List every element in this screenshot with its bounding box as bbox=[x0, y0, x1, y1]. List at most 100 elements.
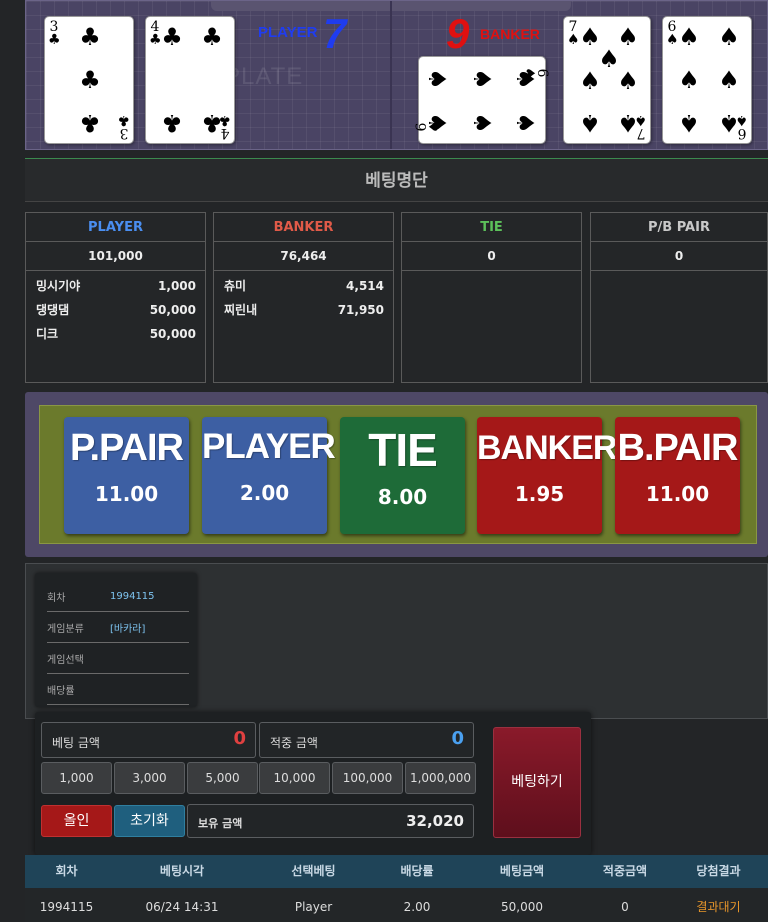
balance-value: 32,020 bbox=[406, 812, 464, 830]
banker-card-1: 6 ♠ ♠ ♠ ♠ ♠ ♠ ♠ 6 ♠ bbox=[414, 56, 550, 144]
betlist-column-player: PLAYER 101,000 밍시기야 1,000 댕댕댐 50,000 디크 50,… bbox=[25, 212, 206, 383]
card-corner: 4 ♣ bbox=[218, 112, 231, 141]
history-col-win: 적중금액 bbox=[602, 864, 648, 878]
spade-icon: ♠ bbox=[468, 68, 496, 90]
spade-icon: ♠ bbox=[718, 66, 740, 94]
betlist-total: 76,464 bbox=[214, 242, 393, 271]
spade-icon: ♠ bbox=[617, 67, 639, 95]
bet-button-b-pair[interactable]: B.PAIR 11.00 bbox=[615, 417, 740, 534]
balance-field: 보유 금액 32,020 bbox=[187, 804, 474, 838]
chip-3000[interactable]: 3,000 bbox=[114, 762, 185, 794]
bet-button-p-pair[interactable]: P.PAIR 11.00 bbox=[64, 417, 189, 534]
player-card-2: 4 ♣ ♣ ♣ ♣ ♣ 4 ♣ bbox=[145, 16, 235, 144]
spade-icon: ♠ bbox=[423, 68, 451, 90]
betlist-column-banker: BANKER 76,464 츄미 4,514 찌린내 71,950 bbox=[213, 212, 394, 383]
win-amount-label: 적중 금액 bbox=[270, 736, 318, 750]
history-col-odds: 배당률 bbox=[400, 864, 434, 878]
spade-icon: ♠ bbox=[718, 23, 740, 51]
history-col-time: 베팅시각 bbox=[159, 864, 205, 878]
club-icon: ♣ bbox=[79, 23, 101, 51]
win-amount-field: 적중 금액 0 bbox=[259, 722, 474, 758]
bet-button-tie[interactable]: TIE 8.00 bbox=[340, 417, 465, 534]
chip-100000[interactable]: 100,000 bbox=[332, 762, 403, 794]
chip-10000[interactable]: 10,000 bbox=[259, 762, 330, 794]
bet-button-odds: 11.00 bbox=[94, 482, 159, 506]
card-corner: 7 ♠ bbox=[634, 112, 647, 141]
chip-5000[interactable]: 5,000 bbox=[187, 762, 258, 794]
table-grid bbox=[26, 1, 767, 149]
player-score: 7 bbox=[323, 10, 347, 57]
balance-label: 보유 금액 bbox=[198, 817, 243, 830]
chip-1000[interactable]: 1,000 bbox=[41, 762, 112, 794]
history-cell-choice: Player bbox=[294, 900, 333, 914]
spade-icon: ♠ bbox=[678, 23, 700, 51]
club-icon: ♣ bbox=[79, 66, 101, 94]
betlist-title: 베팅명단 bbox=[25, 158, 768, 202]
bet-amount-field[interactable]: 베팅 금액 0 bbox=[41, 722, 256, 758]
spade-icon: ♠ bbox=[511, 112, 539, 134]
card-table: PLATE 3 ♣ ♣ ♣ ♣ 3 ♣ 4 ♣ ♣ ♣ ♣ ♣ 4 ♣ PLAYER 7… bbox=[25, 0, 768, 150]
bet-button-label: B.PAIR bbox=[617, 427, 739, 469]
bet-amount-label: 베팅 금액 bbox=[52, 736, 100, 750]
betlist-entry: 디크 50,000 bbox=[36, 327, 196, 341]
club-icon: ♣ bbox=[201, 23, 223, 51]
spade-icon: ♠ bbox=[468, 112, 496, 134]
betlist-entry: 밍시기야 1,000 bbox=[36, 279, 196, 293]
banker-score: 9 bbox=[446, 10, 470, 57]
bet-button-label: P.PAIR bbox=[70, 427, 184, 469]
history-cell-result: 결과대기 bbox=[696, 900, 741, 914]
bet-button-label: BANKER bbox=[477, 429, 617, 467]
history-cell-amount: 50,000 bbox=[501, 900, 543, 914]
table-row: 1994115 06/24 14:31 Player 2.00 50,000 0… bbox=[25, 888, 768, 922]
betlist-header: PLAYER bbox=[26, 213, 205, 242]
history-cell-round: 1994115 bbox=[39, 900, 94, 914]
betlist-total: 101,000 bbox=[26, 242, 205, 271]
card-corner: 3 ♣ bbox=[117, 112, 130, 141]
table-watermark: PLATE bbox=[224, 63, 304, 90]
reset-button[interactable]: 초기화 bbox=[114, 805, 185, 837]
betlist-header: P/B PAIR bbox=[591, 213, 767, 242]
betlist-column-pair: P/B PAIR 0 bbox=[590, 212, 768, 383]
spade-icon: ♠ bbox=[511, 68, 539, 90]
betlist-total: 0 bbox=[402, 242, 581, 271]
bet-board: P.PAIR 11.00 PLAYER 2.00 TIE 8.00 BANKER… bbox=[39, 405, 757, 544]
betlist-entry: 댕댕댐 50,000 bbox=[36, 303, 196, 317]
history-header: 회차 베팅시각 선택베팅 배당률 베팅금액 적중금액 당첨결과 bbox=[25, 855, 768, 888]
betlist-header: BANKER bbox=[214, 213, 393, 242]
place-bet-button[interactable]: 베팅하기 bbox=[493, 727, 581, 838]
club-icon: ♣ bbox=[79, 109, 101, 137]
bet-info-card: 회차 1994115 게임분류 [바카라] 게임선택 배당률 bbox=[35, 573, 197, 707]
banker-score-label: BANKER bbox=[480, 26, 540, 42]
player-score-label: PLAYER bbox=[258, 24, 318, 41]
player-card-1: 3 ♣ ♣ ♣ ♣ 3 ♣ bbox=[44, 16, 134, 144]
bet-button-player[interactable]: PLAYER 2.00 bbox=[202, 417, 336, 534]
betlist-column-tie: TIE 0 bbox=[401, 212, 582, 383]
bet-button-odds: 11.00 bbox=[645, 482, 710, 506]
bet-amount-value: 0 bbox=[233, 728, 246, 749]
betlist-header: TIE bbox=[402, 213, 581, 242]
info-row-selection: 게임선택 bbox=[47, 643, 189, 674]
bet-button-odds: 2.00 bbox=[239, 481, 290, 505]
bet-button-odds: 1.95 bbox=[514, 482, 565, 506]
banker-card-3: 6 ♠ ♠ ♠ ♠ ♠ ♠ ♠ 6 ♠ bbox=[662, 16, 752, 144]
info-row-category: 게임분류 [바카라] bbox=[47, 612, 189, 643]
bet-button-label: TIE bbox=[368, 424, 438, 476]
table-divider bbox=[390, 1, 392, 149]
card-corner: 6 ♠ bbox=[414, 120, 443, 133]
bet-button-label: PLAYER bbox=[202, 427, 336, 466]
betlist-entry: 츄미 4,514 bbox=[224, 279, 384, 293]
history-col-choice: 선택베팅 bbox=[291, 864, 336, 878]
card-corner: 3 ♣ bbox=[48, 19, 61, 48]
betlist-entry: 찌린내 71,950 bbox=[224, 303, 384, 317]
chip-1000000[interactable]: 1,000,000 bbox=[405, 762, 476, 794]
all-in-button[interactable]: 올인 bbox=[41, 805, 112, 837]
history-col-result: 당첨결과 bbox=[696, 864, 741, 878]
history-cell-odds: 2.00 bbox=[403, 900, 431, 914]
bet-button-banker[interactable]: BANKER 1.95 bbox=[477, 417, 617, 534]
history-col-amount: 베팅금액 bbox=[499, 864, 545, 878]
history-cell-time: 06/24 14:31 bbox=[145, 900, 219, 914]
info-row-round: 회차 1994115 bbox=[47, 581, 189, 612]
bet-board-frame: P.PAIR 11.00 PLAYER 2.00 TIE 8.00 BANKER… bbox=[25, 392, 768, 557]
club-icon: ♣ bbox=[161, 23, 183, 51]
history-cell-win: 0 bbox=[621, 900, 629, 914]
